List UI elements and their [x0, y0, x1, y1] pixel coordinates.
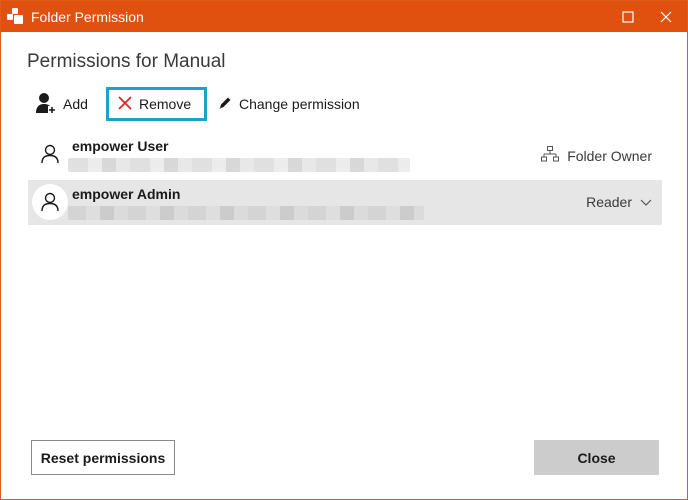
reset-permissions-button[interactable]: Reset permissions [31, 440, 175, 475]
permission-row[interactable]: empower Admin Reader [28, 180, 662, 225]
add-user-icon [35, 91, 57, 118]
role-text: Folder Owner [567, 147, 652, 164]
title-bar[interactable]: Folder Permission [1, 1, 687, 32]
app-icon [7, 8, 23, 24]
page-title: Permissions for Manual [27, 51, 226, 72]
add-label: Add [63, 96, 88, 112]
redacted-email [68, 158, 410, 172]
remove-button[interactable]: Remove [106, 87, 207, 121]
role-label: Folder Owner [541, 146, 652, 165]
role-dropdown[interactable]: Reader [586, 194, 652, 210]
remove-label: Remove [139, 96, 192, 112]
close-icon [117, 95, 133, 114]
window-title: Folder Permission [31, 9, 144, 25]
chevron-down-icon [640, 194, 652, 210]
hierarchy-icon [541, 146, 560, 165]
change-permission-label: Change permission [239, 96, 360, 112]
permission-row[interactable]: empower User Folder Owner [28, 132, 662, 177]
pencil-icon [217, 95, 233, 114]
close-button[interactable]: Close [534, 440, 659, 475]
avatar [32, 136, 68, 172]
role-text: Reader [586, 194, 632, 210]
close-window-button[interactable] [643, 1, 688, 32]
avatar [32, 184, 68, 220]
redacted-email [68, 206, 424, 220]
add-user-button[interactable]: Add [35, 89, 97, 119]
change-permission-button[interactable]: Change permission [217, 89, 377, 119]
folder-permission-dialog: Folder Permission Permissions for Manual… [0, 0, 688, 500]
user-name: empower Admin [72, 186, 181, 202]
user-name: empower User [72, 138, 169, 154]
